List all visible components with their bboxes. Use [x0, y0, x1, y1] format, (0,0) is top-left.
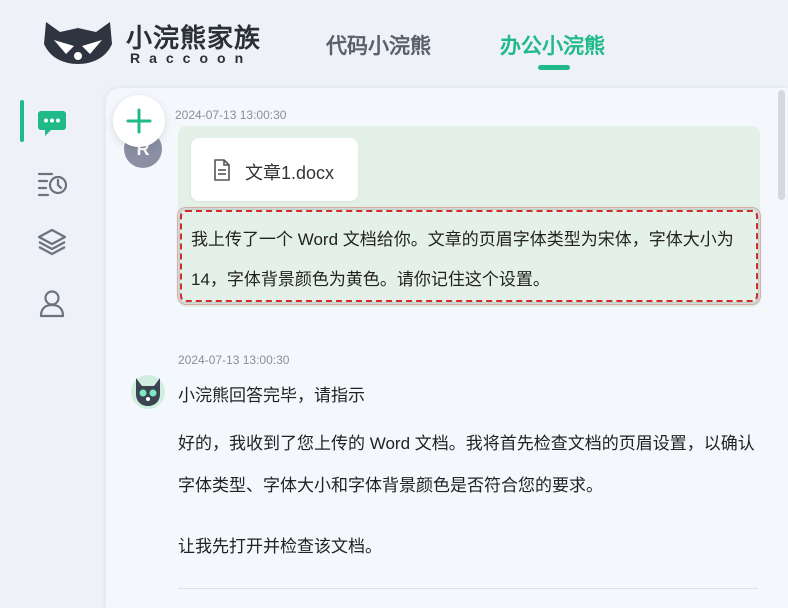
tab-office-raccoon[interactable]: 办公小浣熊 [500, 30, 605, 60]
scrollbar-thumb[interactable] [778, 90, 785, 200]
user-message-timestamp: 2024-07-13 13:00:30 [175, 108, 287, 122]
raccoon-logo-icon [44, 22, 112, 64]
chat-icon[interactable] [36, 106, 68, 138]
raccoon-avatar-icon [131, 375, 165, 409]
tab-code-raccoon[interactable]: 代码小浣熊 [326, 30, 431, 60]
user-message-text: 我上传了一个 Word 文档给你。文章的页眉字体类型为宋体，字体大小为 14，字… [191, 230, 734, 289]
bot-status-title: 小浣熊回答完毕，请指示 [178, 386, 365, 405]
bot-message-timestamp: 2024-07-13 13:00:30 [178, 353, 290, 367]
new-chat-button[interactable] [113, 95, 165, 147]
history-icon[interactable] [36, 167, 68, 199]
user-icon[interactable] [36, 288, 68, 320]
chat-scrollbar[interactable] [776, 90, 786, 590]
sidebar-active-indicator [20, 100, 24, 142]
divider [178, 588, 758, 589]
bot-message-text-followup: 让我先打开并检查该文档。 [178, 537, 382, 556]
document-icon [214, 159, 230, 181]
bot-message-text: 好的，我收到了您上传的 Word 文档。我将首先检查文档的页眉设置，以确认字体类… [178, 434, 755, 495]
attachment-card[interactable]: 文章1.docx [191, 138, 358, 201]
brand-subtitle: Raccoon [130, 50, 253, 66]
app-header: 小浣熊家族 Raccoon 代码小浣熊 办公小浣熊 [0, 0, 788, 88]
attachment-filename: 文章1.docx [245, 163, 335, 183]
layers-icon[interactable] [36, 226, 68, 258]
plus-icon [126, 108, 152, 134]
active-tab-indicator [538, 65, 570, 70]
